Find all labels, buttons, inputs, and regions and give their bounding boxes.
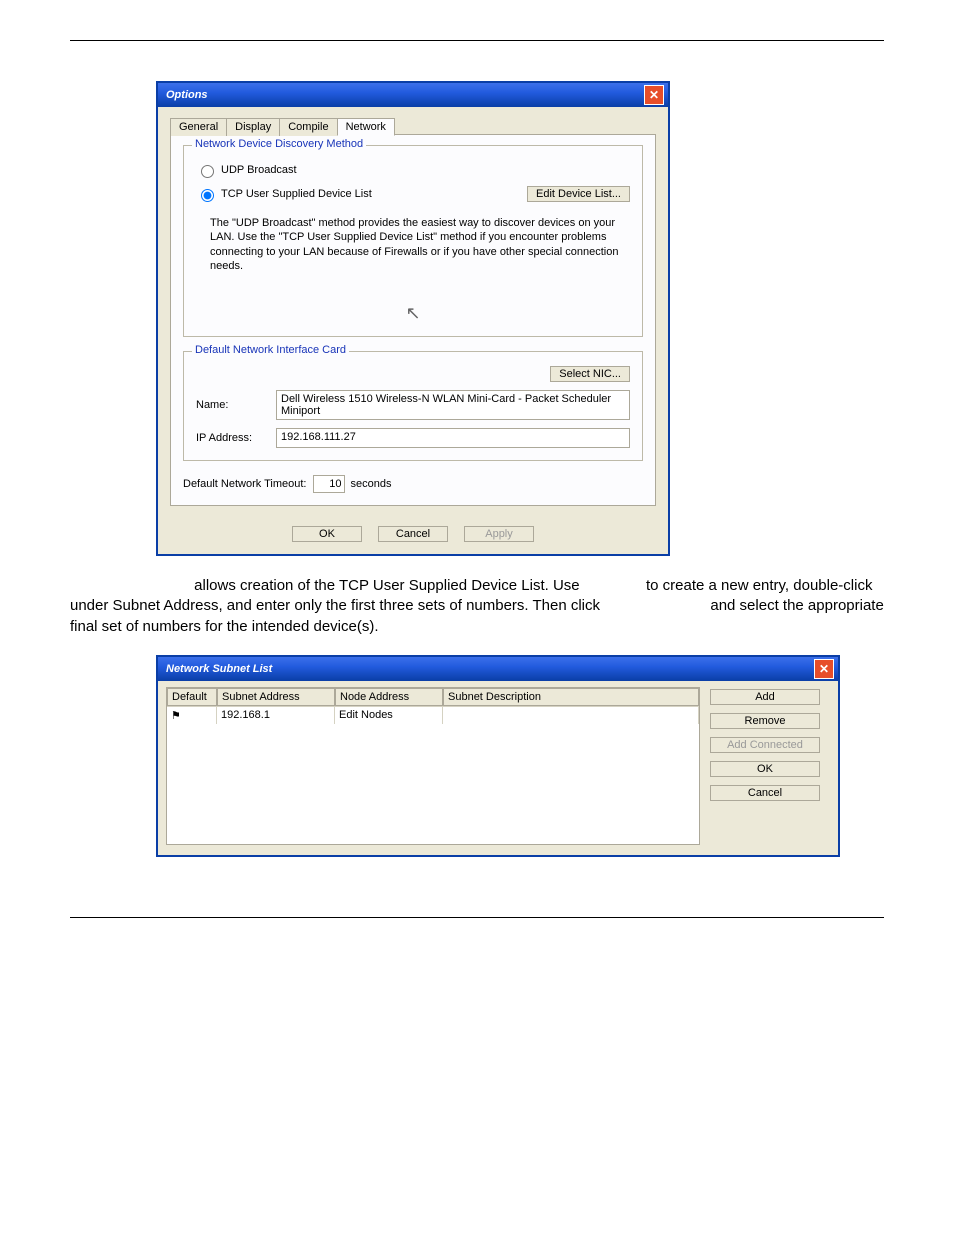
options-tabs: General Display Compile Network [170, 117, 656, 135]
nic-ip-value: 192.168.111.27 [276, 428, 630, 448]
group-nic-title: Default Network Interface Card [192, 344, 349, 356]
subnet-titlebar[interactable]: Network Subnet List ✕ [158, 657, 838, 681]
node-cell[interactable]: Edit Nodes [335, 707, 443, 724]
discovery-description: The "UDP Broadcast" method provides the … [210, 216, 630, 273]
options-dialog-buttons: OK Cancel Apply [158, 516, 668, 554]
tab-general[interactable]: General [170, 118, 227, 136]
desc-cell[interactable] [443, 707, 699, 724]
radio-udp-broadcast-label: UDP Broadcast [221, 164, 297, 176]
tab-compile[interactable]: Compile [279, 118, 337, 136]
col-node[interactable]: Node Address [335, 688, 443, 706]
nic-ip-label: IP Address: [196, 432, 276, 444]
tab-display[interactable]: Display [226, 118, 280, 136]
options-titlebar[interactable]: Options ✕ [158, 83, 668, 107]
subnet-grid[interactable]: Default Subnet Address Node Address Subn… [166, 687, 700, 845]
col-default[interactable]: Default [167, 688, 217, 706]
radio-tcp-list-label: TCP User Supplied Device List [221, 188, 372, 200]
nic-name-value: Dell Wireless 1510 Wireless-N WLAN Mini-… [276, 390, 630, 420]
options-dialog: Options ✕ General Display Compile Networ… [156, 81, 670, 556]
apply-button: Apply [464, 526, 534, 542]
add-button[interactable]: Add [710, 689, 820, 705]
flag-icon: ⚑ [171, 710, 181, 722]
radio-udp-broadcast[interactable] [201, 165, 214, 178]
group-discovery: Network Device Discovery Method UDP Broa… [183, 145, 643, 337]
cursor-icon: ↖ [196, 303, 630, 324]
group-nic: Default Network Interface Card Select NI… [183, 351, 643, 461]
radio-tcp-list[interactable] [201, 189, 214, 202]
cancel-button[interactable]: Cancel [378, 526, 448, 542]
col-desc[interactable]: Subnet Description [443, 688, 699, 706]
subnet-cell[interactable]: 192.168.1 [217, 707, 335, 724]
close-icon[interactable]: ✕ [814, 659, 834, 679]
group-discovery-title: Network Device Discovery Method [192, 138, 366, 150]
subnet-list-dialog: Network Subnet List ✕ Default Subnet Add… [156, 655, 840, 857]
close-icon[interactable]: ✕ [644, 85, 664, 105]
subnet-cancel-button[interactable]: Cancel [710, 785, 820, 801]
nic-name-label: Name: [196, 399, 276, 411]
subnet-title: Network Subnet List [166, 663, 272, 675]
subnet-side-buttons: Add Remove Add Connected OK Cancel [710, 687, 830, 845]
timeout-input[interactable]: 10 [313, 475, 345, 493]
network-tabpanel: Network Device Discovery Method UDP Broa… [170, 134, 656, 506]
timeout-unit: seconds [351, 478, 392, 490]
add-connected-button: Add Connected [710, 737, 820, 753]
tab-network[interactable]: Network [337, 118, 395, 136]
ok-button[interactable]: OK [292, 526, 362, 542]
edit-device-list-button[interactable]: Edit Device List... [527, 186, 630, 202]
table-row[interactable]: ⚑ 192.168.1 Edit Nodes [167, 706, 699, 724]
instruction-paragraph: allows creation of the TCP User Supplied… [70, 576, 884, 637]
select-nic-button[interactable]: Select NIC... [550, 366, 630, 382]
default-flag-cell[interactable]: ⚑ [167, 707, 217, 724]
subnet-ok-button[interactable]: OK [710, 761, 820, 777]
remove-button[interactable]: Remove [710, 713, 820, 729]
timeout-label: Default Network Timeout: [183, 478, 307, 490]
options-title: Options [166, 89, 208, 101]
col-subnet[interactable]: Subnet Address [217, 688, 335, 706]
